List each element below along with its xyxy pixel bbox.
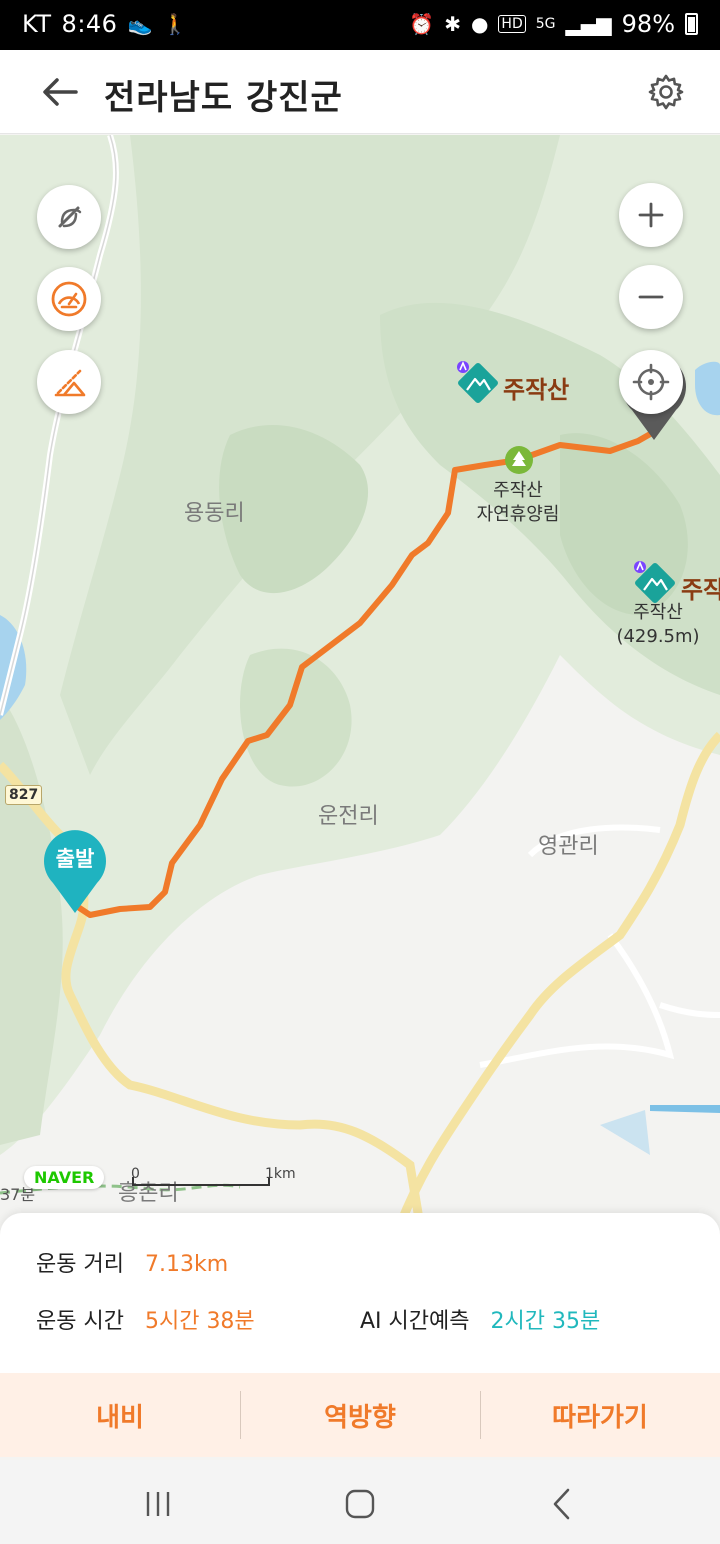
forest-icon bbox=[505, 446, 533, 474]
scale-end: 1km bbox=[265, 1166, 296, 1182]
zoom-in-button[interactable] bbox=[619, 183, 683, 247]
back-arrow-icon bbox=[43, 78, 78, 106]
ai-label: AI 시간예측 bbox=[360, 1309, 470, 1334]
road-number-badge: 827 bbox=[5, 785, 43, 805]
app-header: 전라남도 강진군 bbox=[0, 50, 720, 134]
place-label-yeonggwan: 영관리 bbox=[538, 834, 599, 859]
scale-start: 0 bbox=[131, 1166, 140, 1182]
carrier-label: KT bbox=[22, 10, 52, 38]
status-bar: KT 8:46 👟 🚶 ⏰ ✱ ● HD 5G ▂▄▆ 98% bbox=[0, 0, 720, 50]
status-left: KT 8:46 👟 🚶 bbox=[22, 10, 188, 38]
my-location-button[interactable] bbox=[619, 350, 683, 414]
settings-button[interactable] bbox=[642, 68, 690, 116]
reverse-button[interactable]: 역방향 bbox=[240, 1373, 480, 1457]
plus-icon bbox=[638, 202, 664, 228]
route-off-icon bbox=[58, 206, 82, 228]
alarm-icon: ⏰ bbox=[409, 12, 435, 36]
route-info-panel: 운동 거리 7.13km 운동 시간 5시간 38분 AI 시간예측 2시간 3… bbox=[0, 1213, 720, 1373]
mountain-name-1[interactable]: 주작산 bbox=[503, 370, 569, 405]
hd-icon: HD bbox=[498, 15, 526, 33]
crosshair-icon bbox=[632, 363, 670, 401]
shoe-icon: 👟 bbox=[127, 12, 153, 36]
speedometer-icon bbox=[51, 281, 87, 317]
forest-poi-line1: 주작산 bbox=[493, 480, 543, 501]
place-label-yongdong: 용동리 bbox=[184, 501, 245, 526]
clock: 8:46 bbox=[61, 10, 118, 38]
network-5g-icon: 5G bbox=[535, 16, 556, 32]
system-nav-bar bbox=[0, 1460, 720, 1544]
time-value: 5시간 38분 bbox=[144, 1309, 255, 1334]
action-bar: 내비 역방향 따라가기 bbox=[0, 1373, 720, 1457]
forest-poi-line2: 자연휴양림 bbox=[476, 504, 560, 525]
bluetooth-icon: ✱ bbox=[444, 12, 461, 36]
recent-apps-button[interactable] bbox=[128, 1484, 188, 1524]
naver-logo: NAVER bbox=[24, 1166, 105, 1189]
chevron-left-icon bbox=[553, 1488, 570, 1520]
peak-label[interactable]: 주작산 (429.5m) bbox=[612, 601, 704, 649]
location-icon: ● bbox=[470, 12, 489, 36]
time-label: 운동 시간 bbox=[36, 1309, 124, 1334]
zoom-out-button[interactable] bbox=[619, 265, 683, 329]
signal-icon: ▂▄▆ bbox=[565, 12, 612, 36]
map-toggle-button[interactable] bbox=[37, 185, 101, 249]
peak-height: (429.5m) bbox=[616, 626, 700, 647]
speed-button[interactable] bbox=[37, 267, 101, 331]
mountain-icon bbox=[457, 360, 498, 403]
peak-name: 주작산 bbox=[633, 602, 683, 623]
forest-poi-label[interactable]: 주작산 자연휴양림 bbox=[462, 479, 574, 527]
home-button[interactable] bbox=[330, 1484, 390, 1524]
system-back-button[interactable] bbox=[532, 1484, 592, 1524]
ai-prediction-row: AI 시간예측 2시간 35분 bbox=[360, 1303, 600, 1335]
elevation-icon bbox=[54, 369, 86, 397]
map-view[interactable]: 주작산 주작산 자연휴양림 주작산 주작산 (429.5m) 용동리 운전리 영… bbox=[0, 135, 720, 1225]
gear-icon bbox=[648, 74, 684, 110]
navi-button[interactable]: 내비 bbox=[0, 1373, 240, 1457]
elevation-button[interactable] bbox=[37, 350, 101, 414]
home-icon bbox=[345, 1489, 375, 1519]
start-pin-label: 출발 bbox=[55, 847, 95, 871]
mountain-name-2[interactable]: 주작산 bbox=[681, 570, 720, 605]
follow-button[interactable]: 따라가기 bbox=[480, 1373, 720, 1457]
distance-label: 운동 거리 bbox=[36, 1252, 124, 1277]
battery-icon bbox=[685, 13, 698, 35]
page-title: 전라남도 강진군 bbox=[104, 78, 343, 118]
time-row: 운동 시간 5시간 38분 bbox=[36, 1303, 255, 1335]
minus-icon bbox=[638, 295, 664, 299]
map-terrain bbox=[0, 135, 720, 1225]
status-right: ⏰ ✱ ● HD 5G ▂▄▆ 98% bbox=[409, 10, 698, 38]
place-label-unjeon: 운전리 bbox=[318, 804, 379, 829]
battery-percent: 98% bbox=[621, 10, 675, 38]
recent-apps-icon bbox=[146, 1492, 170, 1516]
distance-value: 7.13km bbox=[144, 1252, 229, 1277]
distance-row: 운동 거리 7.13km bbox=[36, 1246, 228, 1278]
back-button[interactable] bbox=[36, 68, 84, 116]
ai-value: 2시간 35분 bbox=[490, 1309, 601, 1334]
scale-bar bbox=[132, 1177, 270, 1186]
walking-icon: 🚶 bbox=[162, 12, 189, 36]
